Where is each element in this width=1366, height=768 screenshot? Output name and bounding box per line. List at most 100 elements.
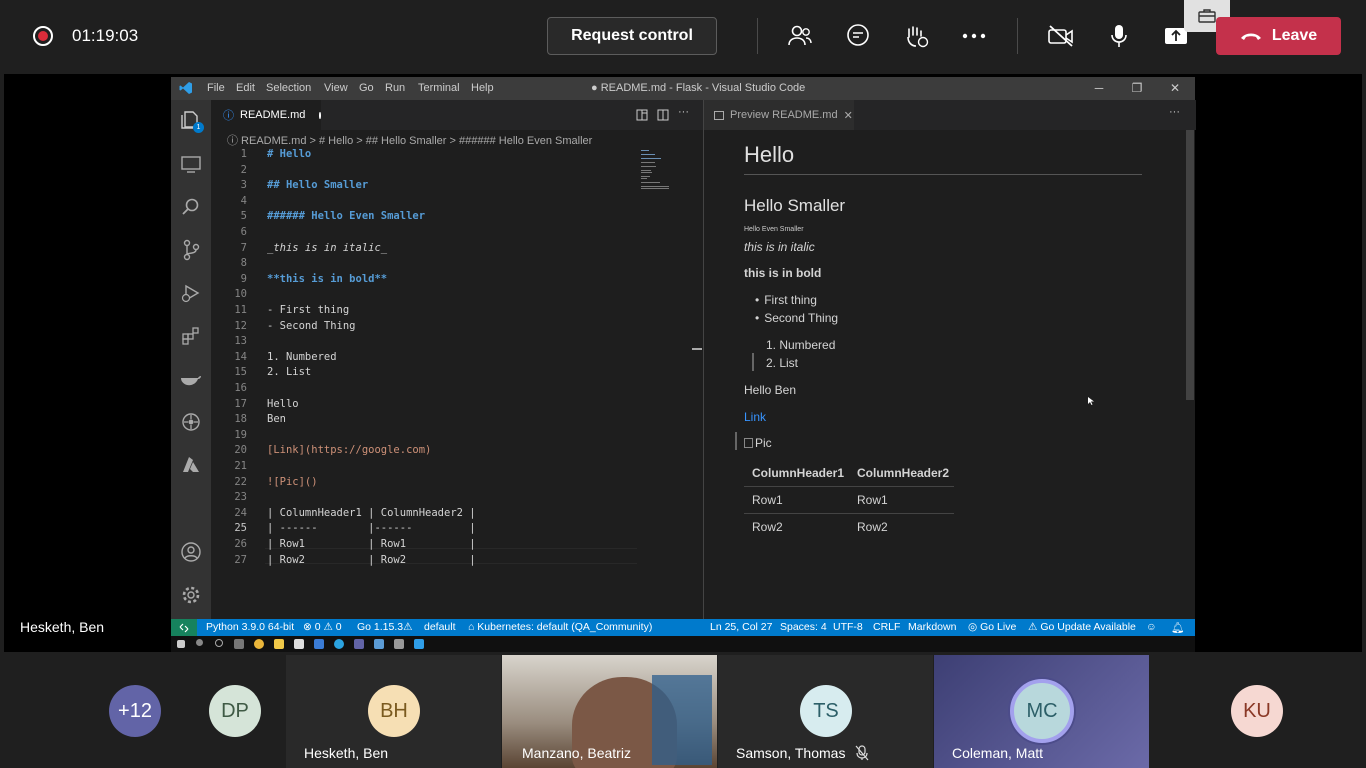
preview-scrollbar[interactable]: [1186, 130, 1194, 400]
window-title: ● README.md - Flask - Visual Studio Code: [591, 82, 806, 94]
indentation[interactable]: Spaces: 4: [780, 621, 827, 633]
minimap[interactable]: [641, 148, 691, 198]
source-control-icon[interactable]: [179, 238, 203, 262]
remote-explorer-icon[interactable]: [179, 152, 203, 176]
problems-count[interactable]: ⊗ 0 ⚠ 0: [303, 621, 342, 633]
close-tab-icon[interactable]: ✕: [844, 109, 853, 122]
code-text: [Link](https://google.com): [267, 444, 432, 457]
visual-studio-icon[interactable]: [374, 639, 384, 649]
more-actions-icon[interactable]: ···: [678, 106, 689, 118]
leave-button[interactable]: Leave: [1216, 17, 1341, 55]
reactions-icon[interactable]: [900, 20, 932, 52]
open-preview-icon[interactable]: [636, 108, 648, 126]
terminal-icon[interactable]: [394, 639, 404, 649]
outlook-icon[interactable]: [314, 639, 324, 649]
vscode-logo-icon: [179, 81, 193, 98]
tab-readme[interactable]: ⓘ README.md: [211, 100, 321, 130]
tab-preview-readme[interactable]: Preview README.md ✕: [704, 100, 854, 130]
run-debug-icon[interactable]: [179, 281, 203, 305]
restore-icon[interactable]: ❐: [1127, 80, 1147, 96]
docker-icon[interactable]: [179, 367, 203, 391]
line-number: 18: [234, 413, 247, 426]
chrome-icon[interactable]: [254, 639, 264, 649]
task-view-icon[interactable]: [234, 639, 244, 649]
close-icon[interactable]: ✕: [1165, 80, 1185, 96]
participant-tile-ts[interactable]: TS Samson, Thomas: [718, 655, 933, 768]
scroll-indicator[interactable]: [692, 348, 702, 350]
teams-icon[interactable]: [354, 639, 364, 649]
windows-start-icon[interactable]: [177, 640, 185, 648]
participant-tile-mc[interactable]: MC Coleman, Matt: [934, 655, 1149, 768]
participant-tile-video[interactable]: Manzano, Beatriz: [502, 655, 717, 768]
table-header-row: ColumnHeader1 ColumnHeader2: [744, 460, 954, 487]
notifications-bell-icon[interactable]: 🔔︎: [1171, 621, 1184, 634]
avatar-dp[interactable]: DP: [209, 685, 261, 737]
more-options-icon[interactable]: [958, 20, 990, 52]
explorer-icon[interactable]: 1: [179, 108, 204, 133]
vscode-taskbar-icon[interactable]: [414, 639, 424, 649]
preview-paragraph: Hello Ben: [744, 383, 797, 397]
end-of-line[interactable]: CRLF: [873, 621, 900, 633]
account-icon[interactable]: [179, 540, 203, 564]
code-text: ## Hello Smaller: [267, 179, 369, 192]
meeting-timer: 01:19:03: [72, 26, 139, 45]
preview-link[interactable]: Link: [744, 410, 766, 424]
edge-icon[interactable]: [334, 639, 344, 649]
avatar-bh: BH: [368, 685, 420, 737]
line-number: 15: [234, 366, 247, 379]
status-bar: Python 3.9.0 64-bit ⊗ 0 ⚠ 0 Go 1.15.3⚠ d…: [171, 619, 1195, 636]
participants-icon[interactable]: [784, 20, 816, 52]
line-number: 19: [234, 428, 247, 441]
settings-gear-icon[interactable]: [179, 583, 203, 607]
search-icon[interactable]: [196, 639, 203, 646]
menu-go[interactable]: Go: [359, 82, 374, 94]
menu-view[interactable]: View: [324, 82, 348, 94]
camera-off-icon[interactable]: [1045, 20, 1077, 52]
language-mode[interactable]: Markdown: [908, 621, 956, 633]
go-version[interactable]: Go 1.15.3⚠: [357, 621, 413, 633]
menu-edit[interactable]: Edit: [236, 82, 255, 94]
cursor-position[interactable]: Ln 25, Col 27: [710, 621, 772, 633]
participants-strip: +12 DP BH Hesketh, Ben Manzano, Beatriz …: [0, 655, 1366, 768]
kubernetes-icon[interactable]: [179, 410, 203, 434]
preview-h6: Hello Even Smaller: [744, 226, 804, 233]
azure-icon[interactable]: [179, 453, 203, 477]
broken-image-icon: [744, 438, 753, 448]
store-icon[interactable]: [294, 639, 304, 649]
breadcrumb[interactable]: ⓘ README.md > # Hello > ## Hello Smaller…: [227, 132, 592, 148]
menu-run[interactable]: Run: [385, 82, 405, 94]
request-control-button[interactable]: Request control: [547, 17, 717, 55]
remote-indicator-icon[interactable]: [171, 619, 197, 636]
table-cell: Row2: [752, 520, 783, 534]
participant-tile-bh[interactable]: BH Hesketh, Ben: [286, 655, 501, 768]
cortana-icon[interactable]: [215, 639, 223, 647]
python-interpreter[interactable]: Python 3.9.0 64-bit: [206, 621, 294, 633]
environment[interactable]: default: [424, 621, 456, 633]
kubernetes-status-icon: ⌂: [468, 621, 478, 633]
menu-file[interactable]: File: [207, 82, 225, 94]
go-live-button[interactable]: ◎ Go Live: [968, 621, 1016, 633]
minimize-icon[interactable]: ─: [1089, 80, 1109, 96]
encoding[interactable]: UTF-8: [833, 621, 863, 633]
toolbar-divider: [1017, 18, 1018, 54]
line-number: 22: [234, 475, 247, 488]
participant-name: Samson, Thomas: [736, 745, 846, 761]
menu-help[interactable]: Help: [471, 82, 494, 94]
kubernetes-context[interactable]: ⌂ Kubernetes: default (QA_Community): [468, 621, 652, 633]
menu-selection[interactable]: Selection: [266, 82, 311, 94]
avatar-ku[interactable]: KU: [1231, 685, 1283, 737]
more-participants-badge[interactable]: +12: [109, 685, 161, 737]
split-editor-icon[interactable]: [657, 108, 669, 126]
code-text: Hello: [267, 397, 299, 410]
line-number: 3: [240, 179, 247, 192]
chat-icon[interactable]: [842, 20, 874, 52]
menu-terminal[interactable]: Terminal: [418, 82, 460, 94]
feedback-icon[interactable]: ☺: [1146, 621, 1157, 633]
microphone-icon[interactable]: [1103, 20, 1135, 52]
more-actions-icon[interactable]: ···: [1169, 106, 1180, 118]
search-icon[interactable]: [179, 195, 203, 219]
unsaved-dot-icon[interactable]: [319, 111, 321, 119]
file-explorer-icon[interactable]: [274, 639, 284, 649]
go-update-notice[interactable]: ⚠ Go Update Available: [1028, 621, 1136, 633]
extensions-icon[interactable]: [179, 324, 203, 348]
